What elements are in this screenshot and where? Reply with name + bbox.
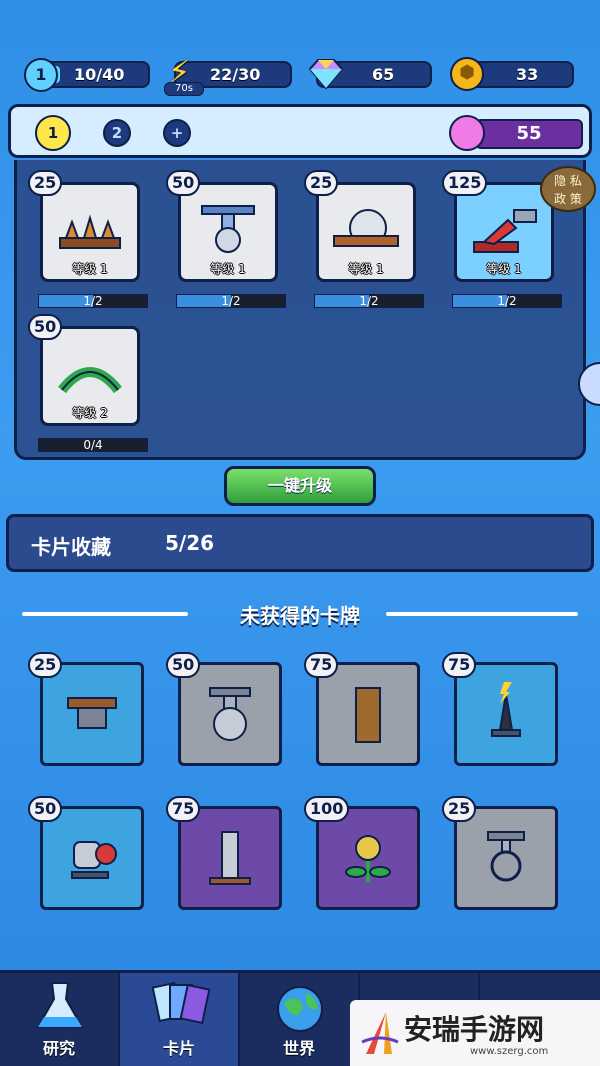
card-level: 等级 2 <box>72 406 108 420</box>
potion-value: 55 <box>475 119 583 149</box>
collection-count: 5/26 <box>165 531 215 555</box>
card-cost: 75 <box>304 652 339 678</box>
card-cost: 25 <box>442 796 477 822</box>
nav-world-label: 世界 <box>282 1039 315 1058</box>
cards-icon <box>151 981 210 1025</box>
coin-icon: ⬢ <box>450 57 484 91</box>
card-progress-text: 0/4 <box>83 438 103 452</box>
card-progress: 1/2 <box>452 294 562 308</box>
gems-value: 65 <box>372 65 395 84</box>
card-cost: 125 <box>442 170 488 196</box>
card-cost: 50 <box>166 170 201 196</box>
card-progress: 1/2 <box>314 294 424 308</box>
crusher-icon <box>209 687 251 741</box>
locked-card[interactable]: 25 <box>28 652 144 766</box>
potion-counter: 55 <box>449 115 585 151</box>
card-collection-bar[interactable]: 卡片收藏 5/26 <box>6 514 594 572</box>
card-cost: 75 <box>166 796 201 822</box>
card-progress-text: 1/2 <box>497 294 517 308</box>
energy-timer: 70s <box>164 82 204 96</box>
card-cost: 25 <box>28 170 63 196</box>
watermark-url: www.szerg.com <box>470 1046 549 1057</box>
lives-counter: 1 10/40 <box>24 58 150 92</box>
lives-cloud-icon: 1 <box>24 58 58 92</box>
slot-tab-add[interactable]: + <box>163 119 191 147</box>
card-progress-text: 1/2 <box>83 294 103 308</box>
watermark-overlay: 安瑞手游网 www.szerg.com <box>350 1000 600 1066</box>
locked-card[interactable]: 75 <box>166 796 282 910</box>
gems-counter: 65 <box>308 59 432 90</box>
coins-value: 33 <box>516 65 539 84</box>
deck-slot-bar: 1 2 + 55 <box>8 104 592 158</box>
card-level: 等级 1 <box>210 262 246 276</box>
potion-flask-icon <box>449 115 485 151</box>
slot-tab-1[interactable]: 1 <box>35 115 71 151</box>
locked-card[interactable]: 50 <box>166 652 282 766</box>
card-level: 等级 1 <box>348 262 384 276</box>
plant-shooter-icon <box>345 835 391 882</box>
card-cost: 50 <box>28 314 63 340</box>
nav-research[interactable]: 研究 <box>0 973 120 1066</box>
locked-card[interactable]: 75 <box>304 652 420 766</box>
nav-cards-label: 卡片 <box>162 1039 195 1058</box>
wood-wall-icon <box>355 687 381 743</box>
deck-card-wheel[interactable]: 等级 1 50 1/2 <box>166 170 286 308</box>
watermark-logo-icon <box>361 1012 399 1054</box>
globe-icon <box>277 986 323 1032</box>
cannon-icon <box>473 209 537 253</box>
locked-card[interactable]: 100 <box>304 796 420 910</box>
locked-cards-title: 未获得的卡牌 <box>240 604 360 628</box>
locked-card[interactable]: 50 <box>28 796 144 910</box>
spike-trap-icon <box>59 214 121 249</box>
watermark-title: 安瑞手游网 <box>404 1013 545 1046</box>
upgrade-all-button[interactable]: 一键升级 <box>224 466 376 506</box>
nav-research-label: 研究 <box>42 1039 75 1058</box>
tesla-tower-icon <box>491 682 521 737</box>
spring-block-icon <box>67 697 117 729</box>
card-cost: 100 <box>304 796 350 822</box>
card-progress: 1/2 <box>176 294 286 308</box>
gem-icon <box>308 59 344 90</box>
fan-blade-icon <box>487 831 525 882</box>
thorn-vine-icon <box>58 367 122 394</box>
deck-card-cannon[interactable]: 等级 1 125 1/2 <box>442 170 562 308</box>
card-progress-text: 1/2 <box>359 294 379 308</box>
locked-card[interactable]: 25 <box>442 796 558 910</box>
card-progress: 0/4 <box>38 438 148 452</box>
slot-tab-2[interactable]: 2 <box>103 119 131 147</box>
card-cost: 25 <box>28 652 63 678</box>
wheel-trap-icon <box>201 205 255 253</box>
collection-label: 卡片收藏 <box>31 535 111 559</box>
card-cost: 25 <box>304 170 339 196</box>
card-level: 等级 1 <box>486 262 522 276</box>
nav-world[interactable]: 世界 <box>240 973 360 1066</box>
deck-card-saw[interactable]: 等级 1 25 1/2 <box>304 170 424 308</box>
card-progress: 1/2 <box>38 294 148 308</box>
coins-counter: ⬢ 33 <box>450 57 574 91</box>
deck-card-spike-trap[interactable]: 等级 1 25 1/2 <box>28 170 148 308</box>
energy-value: 22/30 <box>210 65 261 84</box>
flask-icon <box>36 982 84 1028</box>
lives-value: 10/40 <box>74 65 125 84</box>
nav-cards[interactable]: 卡片 <box>120 973 240 1066</box>
privacy-policy-label: 隐 私 政 策 <box>554 174 582 206</box>
card-progress-text: 1/2 <box>221 294 241 308</box>
deck-card-thorn-vine[interactable]: 等级 2 50 0/4 <box>28 314 148 452</box>
stone-pillar-icon <box>209 831 251 885</box>
card-level: 等级 1 <box>72 262 108 276</box>
card-cost: 50 <box>166 652 201 678</box>
punch-glove-icon <box>71 841 117 879</box>
card-cost: 50 <box>28 796 63 822</box>
saw-blade-icon <box>333 209 399 247</box>
locked-card[interactable]: 75 <box>442 652 558 766</box>
card-cost: 75 <box>442 652 477 678</box>
privacy-policy-button[interactable]: 隐 私 政 策 <box>540 166 596 212</box>
